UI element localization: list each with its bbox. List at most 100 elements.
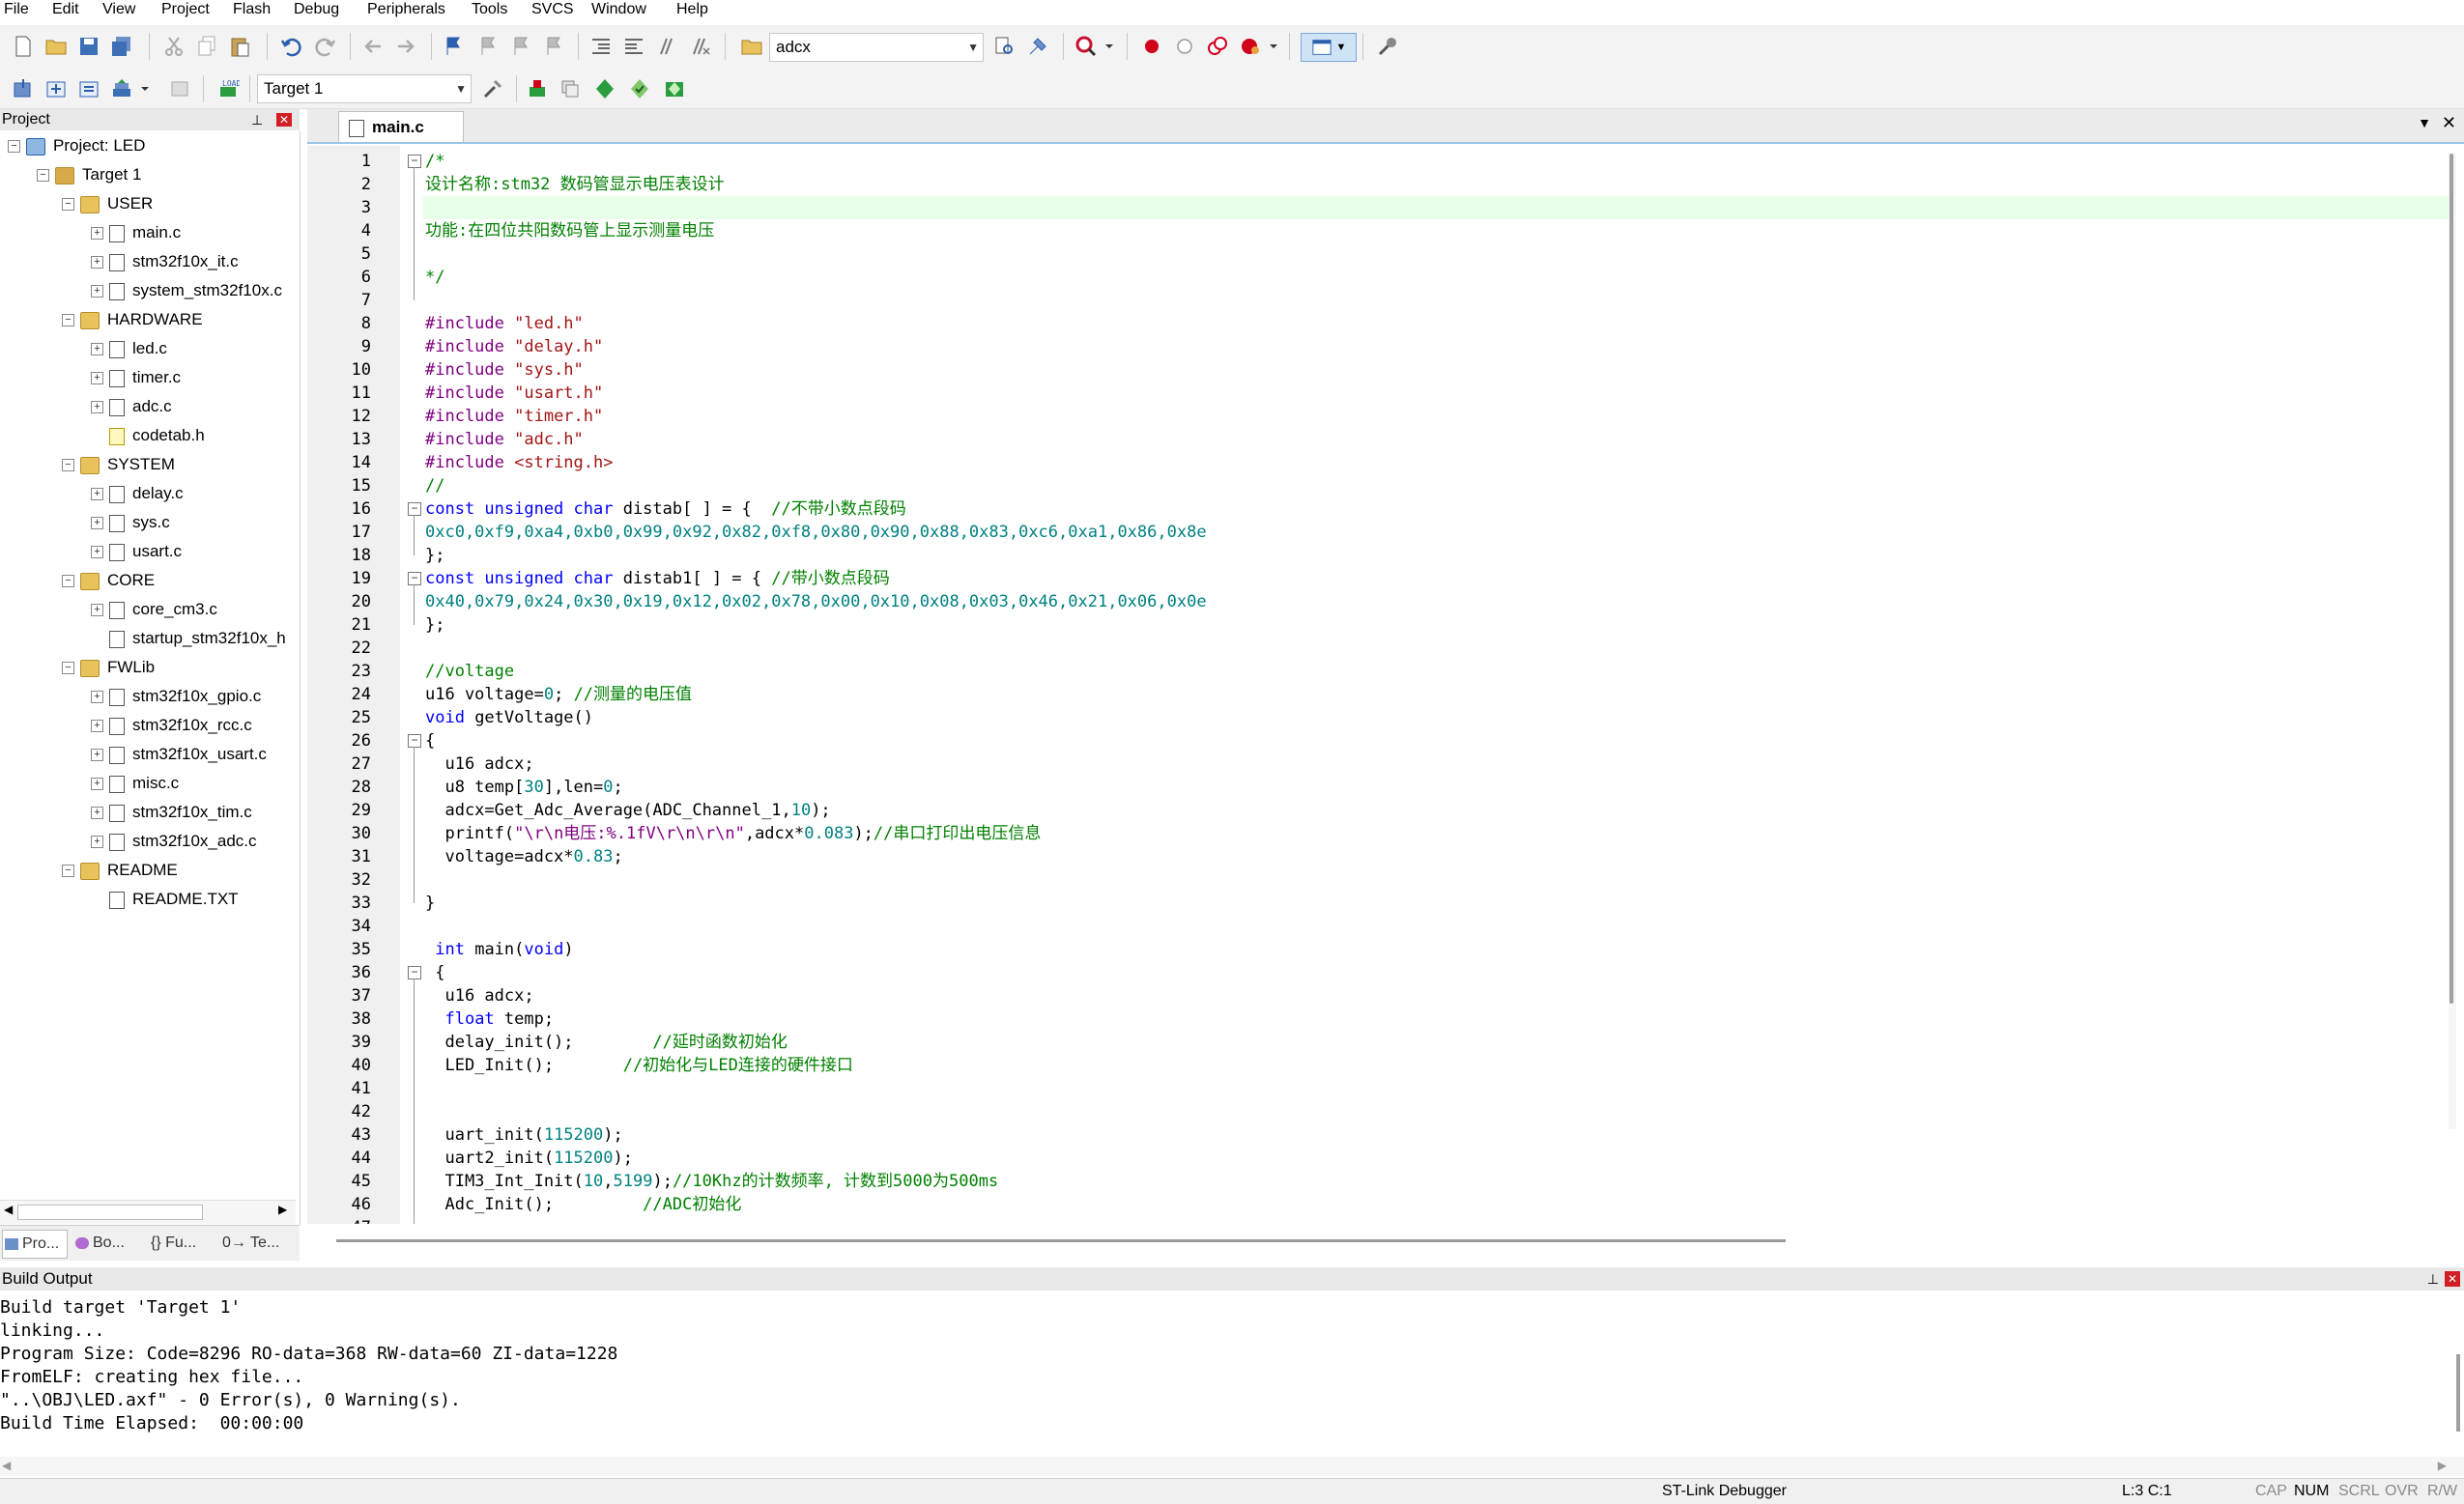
fold-toggle-icon[interactable]: − [408, 155, 421, 168]
debug-session-icon[interactable] [1073, 33, 1100, 60]
expand-icon[interactable]: + [91, 372, 103, 385]
redo-icon[interactable] [311, 33, 338, 60]
code-line[interactable] [423, 1216, 2452, 1224]
code-line[interactable]: voltage=adcx*0.83; [423, 845, 2452, 868]
scroll-right-icon[interactable]: ▶ [278, 1203, 287, 1216]
menu-tools[interactable]: Tools [472, 0, 507, 19]
expand-icon[interactable]: + [91, 256, 103, 270]
tree-item[interactable]: + delay.c [91, 479, 184, 508]
tree-item[interactable]: + misc.c [91, 769, 179, 798]
paste-icon[interactable] [226, 33, 253, 60]
tree-item[interactable]: + stm32f10x_it.c [91, 247, 239, 276]
expand-icon[interactable]: + [91, 807, 103, 820]
menu-file[interactable]: File [4, 0, 29, 19]
code-line[interactable]: LED_Init(); //初始化与LED连接的硬件接口 [423, 1054, 2452, 1077]
code-line[interactable]: } [423, 892, 2452, 915]
pack-installer-icon[interactable] [591, 75, 618, 102]
code-line[interactable]: #include "sys.h" [423, 358, 2452, 382]
menu-svcs[interactable]: SVCS [531, 0, 574, 19]
tree-item[interactable]: + core_cm3.c [91, 595, 217, 624]
translate-icon[interactable] [10, 75, 37, 102]
tree-item[interactable]: + timer.c [91, 363, 181, 392]
code-line[interactable]: // [423, 474, 2452, 497]
chevron-down-icon[interactable] [137, 75, 153, 102]
code-line[interactable]: TIM3_Int_Init(10,5199);//10Khz的计数频率, 计数到… [423, 1170, 2452, 1193]
save-icon[interactable] [75, 33, 102, 60]
code-line[interactable]: #include <string.h> [423, 451, 2452, 474]
code-line[interactable]: #include "usart.h" [423, 382, 2452, 405]
tree-item[interactable]: − SYSTEM [62, 450, 175, 479]
tree-item[interactable]: − Project: LED [8, 131, 145, 160]
bookmark-icon[interactable] [441, 33, 468, 60]
unindent-icon[interactable] [620, 33, 647, 60]
code-line[interactable] [423, 196, 2452, 219]
tree-item[interactable]: + stm32f10x_adc.c [91, 827, 257, 856]
tree-item[interactable]: startup_stm32f10x_h [91, 624, 286, 653]
code-line[interactable]: u16 voltage=0; //测量的电压值 [423, 683, 2452, 706]
code-line[interactable]: /* [423, 150, 2452, 173]
download-icon[interactable]: LOAD [215, 75, 242, 102]
code-line[interactable] [423, 1100, 2452, 1123]
kill-breakpoints-icon[interactable] [1237, 33, 1264, 60]
code-line[interactable] [423, 915, 2452, 938]
fold-toggle-icon[interactable]: − [408, 502, 421, 516]
cut-icon[interactable] [160, 33, 187, 60]
code-line[interactable]: const unsigned char distab1[ ] = { //带小数… [423, 567, 2452, 590]
expand-icon[interactable]: + [91, 749, 103, 762]
code-line[interactable]: }; [423, 613, 2452, 637]
disable-all-breakpoints-icon[interactable] [1204, 33, 1231, 60]
editor-hscroll[interactable] [336, 1239, 2269, 1245]
code-line[interactable]: printf("\r\n电压:%.1fV\r\n\r\n",adcx*0.083… [423, 822, 2452, 845]
disable-breakpoint-icon[interactable] [1171, 33, 1198, 60]
tab-main-c[interactable]: main.c [338, 111, 464, 142]
expand-icon[interactable]: + [91, 343, 103, 356]
menu-flash[interactable]: Flash [233, 0, 271, 19]
nav-back-icon[interactable] [359, 33, 387, 60]
chevron-down-icon[interactable]: ▼ [2418, 115, 2431, 130]
tree-item[interactable]: − FWLib [62, 653, 155, 682]
tree-item[interactable]: + main.c [91, 218, 181, 247]
expand-icon[interactable]: + [91, 604, 103, 617]
tab-books[interactable]: Bo... [72, 1230, 125, 1257]
find-in-files-icon[interactable] [738, 33, 765, 60]
menu-edit[interactable]: Edit [52, 0, 79, 19]
build-hscroll[interactable]: ◀ ▶ [0, 1457, 2464, 1476]
select-packs-icon[interactable] [626, 75, 653, 102]
code-line[interactable]: #include "adc.h" [423, 428, 2452, 451]
rebuild-icon[interactable] [75, 75, 102, 102]
clear-bookmarks-icon[interactable] [539, 33, 566, 60]
code-line[interactable]: void getVoltage() [423, 706, 2452, 729]
collapse-icon[interactable]: − [62, 459, 74, 472]
collapse-icon[interactable]: − [62, 865, 74, 878]
code-line[interactable]: const unsigned char distab[ ] = { //不带小数… [423, 497, 2452, 521]
collapse-icon[interactable]: − [62, 662, 74, 675]
tree-item[interactable]: − HARDWARE [62, 305, 203, 334]
tree-item[interactable]: − CORE [62, 566, 155, 595]
menu-peripherals[interactable]: Peripherals [367, 0, 445, 19]
new-file-icon[interactable] [10, 33, 37, 60]
tree-item[interactable]: − USER [62, 189, 153, 218]
chevron-down-icon[interactable]: ▼ [455, 75, 467, 102]
scroll-left-icon[interactable]: ◀ [4, 1203, 13, 1216]
tree-item[interactable]: README.TXT [91, 885, 239, 914]
scrollbar-thumb[interactable] [17, 1205, 203, 1220]
tab-functions[interactable]: {} Fu... [151, 1230, 196, 1257]
target-options-icon[interactable] [479, 75, 506, 102]
build-vscroll[interactable] [2456, 1354, 2460, 1432]
tree-item[interactable]: + stm32f10x_gpio.c [91, 682, 261, 711]
code-line[interactable]: 设计名称:stm32 数码管显示电压表设计 [423, 173, 2452, 196]
expand-icon[interactable]: + [91, 691, 103, 704]
tree-item[interactable]: + led.c [91, 334, 167, 363]
tab-project[interactable]: Pro... [2, 1230, 68, 1259]
fold-toggle-icon[interactable]: − [408, 966, 421, 979]
code-line[interactable] [423, 242, 2452, 266]
code-line[interactable]: { [423, 729, 2452, 752]
code-line[interactable]: #include "led.h" [423, 312, 2452, 335]
scroll-left-icon[interactable]: ◀ [2, 1459, 11, 1472]
project-hscroll[interactable]: ◀ ▶ [0, 1200, 296, 1224]
undo-icon[interactable] [278, 33, 305, 60]
expand-icon[interactable]: + [91, 285, 103, 298]
scrollbar-thumb[interactable] [336, 1239, 1786, 1242]
batch-build-icon[interactable] [108, 75, 135, 102]
expand-icon[interactable]: + [91, 836, 103, 849]
